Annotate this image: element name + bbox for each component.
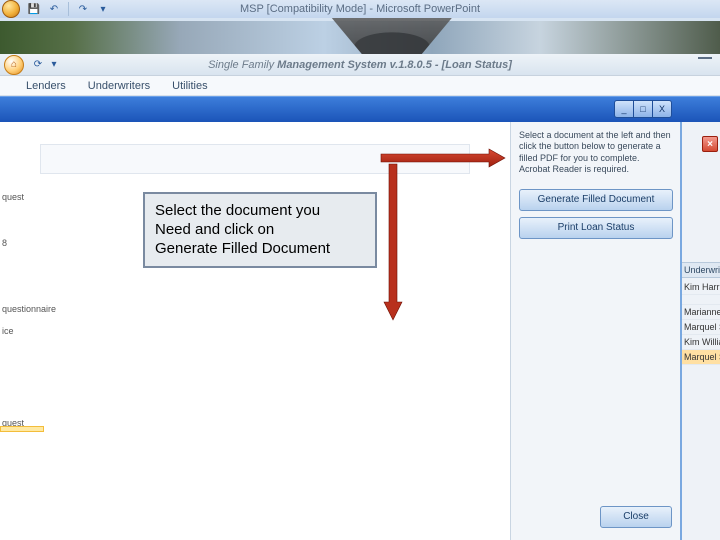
list-item-selected[interactable]: Marquel Sr [682, 350, 720, 365]
menu-underwriters[interactable]: Underwriters [88, 80, 150, 92]
highlight-bar [0, 426, 44, 432]
dialog-titlebar: _ □ X [0, 96, 720, 122]
list-item[interactable]: Marquel Sr [682, 320, 720, 335]
sfms-title-prefix: Single Family [208, 59, 277, 71]
menu-lenders[interactable]: Lenders [26, 80, 66, 92]
qat-separator [68, 2, 69, 16]
menu-utilities[interactable]: Utilities [172, 80, 207, 92]
dialog-body: quest 8 questionnaire ice quest Select a… [0, 122, 680, 540]
callout-line: Generate Filled Document [155, 240, 365, 259]
list-item[interactable]: Kim Harris [682, 280, 720, 295]
help-text: Select a document at the left and then c… [519, 130, 672, 175]
undo-icon[interactable]: ↶ [46, 1, 62, 17]
sfms-refresh-icon[interactable]: ⟳ [30, 57, 46, 73]
generate-filled-document-button[interactable]: Generate Filled Document [519, 189, 673, 211]
sfms-title-main: Management System v.1.8.0.5 - [Loan Stat… [277, 59, 512, 71]
sfms-title: Single Family Management System v.1.8.0.… [0, 54, 720, 76]
callout-line: Need and click on [155, 221, 365, 240]
list-item[interactable]: ice [0, 320, 44, 342]
window-buttons: _ □ X [615, 100, 672, 118]
redo-icon[interactable]: ↷ [75, 1, 91, 17]
window-minimize-button[interactable]: _ [614, 100, 634, 118]
office-orb-icon[interactable] [2, 0, 20, 18]
powerpoint-titlebar: 💾 ↶ ↷ ▾ MSP [Compatibility Mode] - Micro… [0, 0, 720, 18]
arrow-down-icon [383, 162, 403, 322]
instruction-callout: Select the document you Need and click o… [143, 192, 377, 268]
home-icon[interactable]: ⌂ [4, 55, 24, 75]
list-item[interactable]: Marianne F [682, 305, 720, 320]
slide-hero-image [0, 18, 720, 54]
background-panel: × Underwrite Kim Harris Marianne F Marqu… [680, 122, 720, 540]
list-item[interactable]: questionnaire [0, 298, 44, 320]
sfms-menubar: Lenders Underwriters Utilities [0, 76, 720, 96]
window-close-button[interactable]: X [652, 100, 672, 118]
list-item[interactable]: 8 [0, 208, 44, 250]
sfms-window-header: ⌂ ⟳ ▾ Single Family Management System v.… [0, 54, 720, 76]
list-item[interactable]: quest [0, 186, 44, 208]
dialog-right-panel: Select a document at the left and then c… [510, 122, 680, 540]
close-button[interactable]: Close [600, 506, 672, 528]
content-area: _ □ X × Underwrite Kim Harris Marianne F… [0, 96, 720, 540]
peek-header: Underwrite [682, 262, 720, 278]
print-loan-status-button[interactable]: Print Loan Status [519, 217, 673, 239]
save-icon[interactable]: 💾 [26, 1, 42, 17]
sfms-dropdown-icon[interactable]: ▾ [46, 57, 62, 73]
callout-line: Select the document you [155, 202, 365, 221]
close-icon[interactable]: × [702, 136, 718, 152]
window-maximize-button[interactable]: □ [633, 100, 653, 118]
left-document-list-edge: quest 8 questionnaire ice quest [0, 186, 44, 540]
sfms-minimize-dash[interactable] [698, 56, 712, 59]
list-item[interactable]: Kim William [682, 335, 720, 350]
quick-access-toolbar: 💾 ↶ ↷ ▾ [26, 1, 111, 17]
qat-more-icon[interactable]: ▾ [95, 1, 111, 17]
list-gap [682, 295, 720, 305]
